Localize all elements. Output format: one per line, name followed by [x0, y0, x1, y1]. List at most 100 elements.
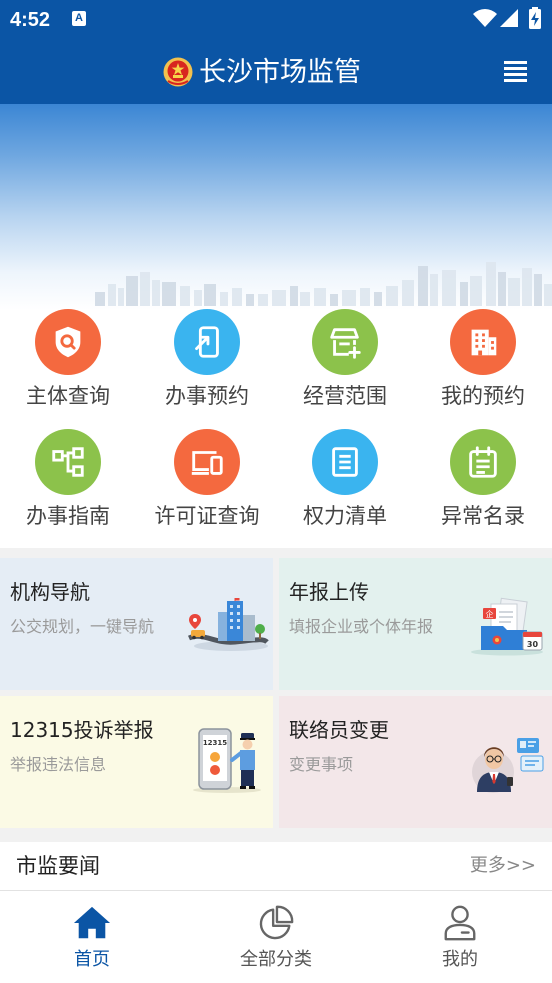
building-icon — [471, 329, 497, 356]
skyline-building — [246, 294, 254, 306]
skyline-building — [258, 294, 268, 306]
skyline-building — [290, 286, 298, 306]
skyline-building — [330, 294, 338, 306]
card-liaison-change[interactable]: 联络员变更 变更事项 — [279, 696, 552, 828]
card-subtitle: 举报违法信息 — [10, 755, 107, 774]
service-icon-badge — [450, 429, 516, 495]
store-plus-icon — [330, 328, 361, 359]
nav-home-label: 首页 — [74, 949, 110, 970]
skyline-building — [544, 284, 552, 306]
service-icon-badge — [35, 429, 101, 495]
skyline-building — [204, 284, 216, 306]
service-label: 异常名录 — [441, 504, 525, 528]
shield-search-icon — [55, 326, 81, 358]
skyline-building — [534, 274, 542, 306]
service-icon-badge — [312, 309, 378, 375]
card-12315-complaint[interactable]: 12315投诉举报 举报违法信息 12315 — [0, 696, 273, 828]
skyline-building — [232, 288, 242, 306]
status-time: 4:52 — [10, 9, 51, 31]
skyline-building — [418, 266, 428, 306]
nav-all-categories[interactable]: 全部分类 — [184, 891, 368, 983]
list-document-icon — [332, 447, 358, 477]
skyline-building — [272, 290, 286, 306]
card-agency-navigation[interactable]: 机构导航 公交规划，一键导航 — [0, 558, 273, 690]
skyline-building — [140, 272, 150, 306]
liaison-officer-illustration — [472, 738, 544, 793]
service-label: 办事指南 — [26, 504, 110, 528]
skyline-building — [300, 292, 310, 306]
card-annual-report[interactable]: 年报上传 填报企业或个体年报 企 30 — [279, 558, 552, 690]
skyline-building — [108, 284, 116, 306]
system-status-icons — [473, 7, 541, 29]
enterprise-tag: 企 — [483, 608, 496, 619]
skyline-building — [342, 290, 356, 306]
license-device-icon — [191, 451, 223, 475]
calendar-list-icon — [469, 446, 497, 478]
app-header: 长沙市场监管 — [0, 44, 552, 104]
card-subtitle: 公交规划，一键导航 — [10, 617, 155, 636]
bottom-navigation: 首页 全部分类 我的 — [0, 890, 552, 983]
annual-report-illustration: 企 30 — [471, 597, 543, 656]
pie-chart-icon — [259, 905, 294, 940]
skyline-building — [314, 288, 326, 306]
skyline-building — [95, 292, 105, 306]
skyline-building — [498, 272, 506, 306]
service-license-query[interactable]: 许可证查询 — [139, 429, 275, 539]
nav-mine[interactable]: 我的 — [368, 891, 552, 983]
phone-illustration: 12315 — [198, 728, 232, 790]
service-my-appointments[interactable]: 我的预约 — [415, 309, 551, 419]
complaint-hotline-illustration: 12315 — [193, 728, 261, 793]
skyline-building — [486, 262, 496, 306]
nav-mine-label: 我的 — [442, 949, 478, 970]
skyline-building — [152, 280, 160, 306]
wifi-icon — [473, 9, 497, 27]
status-bar: 4:52 A — [0, 0, 552, 44]
skyline-building — [360, 288, 370, 306]
tree — [255, 624, 265, 639]
flowchart-icon — [52, 447, 84, 477]
nav-home[interactable]: 首页 — [0, 891, 184, 983]
service-label: 办事预约 — [165, 384, 249, 408]
skyline-building — [442, 270, 456, 306]
service-abnormal-list[interactable]: 异常名录 — [415, 429, 551, 539]
service-label: 许可证查询 — [154, 504, 260, 528]
service-entity-query[interactable]: 主体查询 — [0, 309, 136, 419]
menu-icon[interactable] — [504, 61, 527, 82]
skyline-building — [430, 274, 438, 306]
card-subtitle: 填报企业或个体年报 — [289, 617, 434, 636]
skyline-building — [126, 276, 138, 306]
police-officer-figure — [230, 733, 255, 789]
skyline-building — [460, 282, 468, 306]
skyline-building — [374, 292, 382, 306]
skyline-building — [118, 288, 124, 306]
service-icon-badge — [450, 309, 516, 375]
service-icon-badge — [312, 429, 378, 495]
enterprise-tag-text: 企 — [486, 609, 494, 619]
city-skyline — [95, 262, 552, 306]
card-title: 年报上传 — [289, 580, 369, 604]
person-icon — [444, 905, 476, 941]
nav-all-categories-label: 全部分类 — [240, 949, 312, 970]
service-guide[interactable]: 办事指南 — [0, 429, 136, 539]
service-business-scope[interactable]: 经营范围 — [277, 309, 413, 419]
card-title: 联络员变更 — [289, 718, 389, 742]
skyline-building — [402, 280, 414, 306]
news-title: 市监要闻 — [16, 854, 100, 878]
skyline-building — [386, 286, 398, 306]
news-more-link[interactable]: 更多>> — [470, 842, 536, 890]
service-power-list[interactable]: 权力清单 — [277, 429, 413, 539]
page-title: 长沙市场监管 — [199, 57, 361, 88]
buildings — [218, 598, 255, 641]
service-icon-badge — [174, 429, 240, 495]
service-appointment[interactable]: 办事预约 — [139, 309, 275, 419]
signal-icon — [500, 9, 518, 27]
service-icon-badge — [35, 309, 101, 375]
card-title: 12315投诉举报 — [10, 718, 154, 742]
banner — [0, 104, 552, 310]
skyline-building — [508, 278, 520, 306]
news-section-header: 市监要闻 更多>> — [0, 842, 552, 890]
service-label: 经营范围 — [303, 384, 387, 408]
service-label: 我的预约 — [441, 384, 525, 408]
service-label: 主体查询 — [26, 384, 110, 408]
id-cards — [517, 738, 544, 772]
